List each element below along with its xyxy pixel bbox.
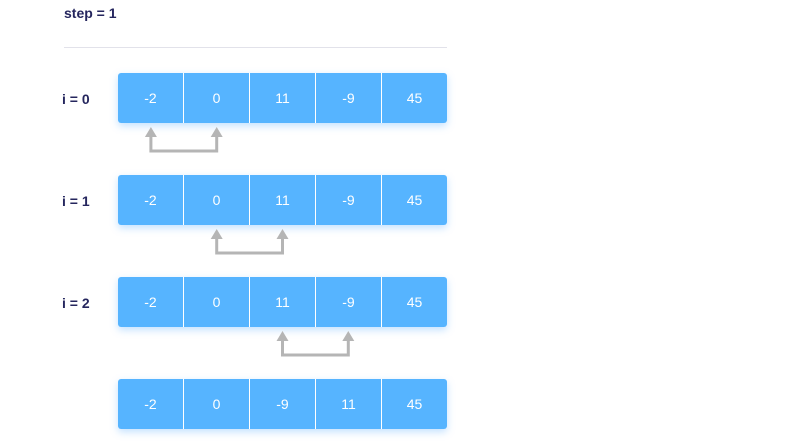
arrow-head [276,331,289,341]
arrow-head [210,229,223,239]
arrow-head [210,127,223,137]
compare-arrows [144,127,355,357]
arrow-head [342,331,355,341]
bracket-line [281,339,350,357]
arrow-head [144,127,157,137]
swap-compare-arrow [276,331,355,357]
bracket-line [149,135,219,153]
arrow-head [276,229,289,239]
swap-compare-arrow [144,127,223,153]
swap-compare-arrow [210,229,289,255]
bracket-line [215,237,284,255]
